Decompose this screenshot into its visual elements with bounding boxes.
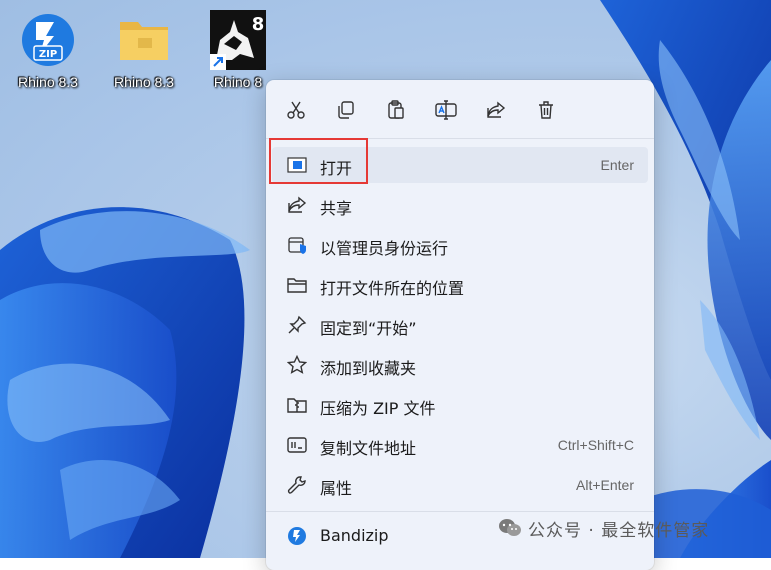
context-menu-toolbar xyxy=(266,80,654,138)
menu-item-shortcut: Enter xyxy=(600,157,634,173)
highlight-annotation xyxy=(269,138,368,184)
share-toolbar-button[interactable] xyxy=(482,96,510,124)
folder-icon xyxy=(116,10,172,70)
desktop-icon-rhino-folder[interactable]: Rhino 8.3 xyxy=(104,10,184,90)
menu-item-copy-path[interactable]: 复制文件地址 Ctrl+Shift+C xyxy=(272,427,648,463)
paste-icon xyxy=(388,100,404,119)
desktop-icon-label: Rhino 8.3 xyxy=(114,74,174,90)
folder-icon xyxy=(286,274,308,296)
menu-item-open-location[interactable]: 打开文件所在的位置 xyxy=(272,267,648,303)
svg-text:ZIP: ZIP xyxy=(39,49,57,60)
menu-item-add-favorites[interactable]: 添加到收藏夹 xyxy=(272,347,648,383)
star-icon xyxy=(286,354,308,376)
share-icon xyxy=(487,101,506,118)
copy-button[interactable] xyxy=(332,96,360,124)
admin-shield-icon xyxy=(286,234,308,256)
menu-item-run-as-admin[interactable]: 以管理员身份运行 xyxy=(272,227,648,263)
cut-icon xyxy=(287,101,305,119)
share-icon xyxy=(286,194,308,216)
menu-item-label: 压缩为 ZIP 文件 xyxy=(320,399,436,418)
menu-divider xyxy=(266,511,654,512)
menu-item-share[interactable]: 共享 xyxy=(272,187,648,223)
menu-item-label: 打开文件所在的位置 xyxy=(320,279,465,298)
menu-item-label: Bandizip xyxy=(320,526,389,545)
rhino-app-icon: 8 xyxy=(210,10,266,70)
desktop-icon-rhino-shortcut[interactable]: 8 Rhino 8 xyxy=(198,10,278,90)
watermark-text: 公众号 · 最全软件管家 xyxy=(528,520,710,541)
rename-button[interactable] xyxy=(432,96,460,124)
desktop-icon-rhino-zip[interactable]: ZIP Rhino 8.3 xyxy=(8,10,88,90)
menu-item-label: 共享 xyxy=(320,199,353,218)
menu-item-label: 固定到“开始” xyxy=(320,319,417,338)
menu-item-label: 复制文件地址 xyxy=(320,439,417,458)
paste-button[interactable] xyxy=(382,96,410,124)
svg-text:8: 8 xyxy=(252,14,265,35)
menu-item-label: 属性 xyxy=(320,479,353,498)
rename-icon xyxy=(435,100,457,120)
pin-icon xyxy=(286,314,308,336)
menu-item-pin-to-start[interactable]: 固定到“开始” xyxy=(272,307,648,343)
menu-item-properties[interactable]: 属性 Alt+Enter xyxy=(272,467,648,503)
menu-item-shortcut: Ctrl+Shift+C xyxy=(557,437,634,453)
bandizip-icon xyxy=(286,525,308,547)
menu-item-label: 以管理员身份运行 xyxy=(320,239,449,258)
delete-icon xyxy=(539,101,553,119)
wechat-watermark: 公众号 · 最全软件管家 xyxy=(498,516,710,541)
copy-path-icon xyxy=(286,434,308,456)
menu-item-label: 添加到收藏夹 xyxy=(320,359,417,378)
desktop-icon-label: Rhino 8.3 xyxy=(18,74,78,90)
wrench-icon xyxy=(286,474,308,496)
copy-icon xyxy=(338,101,354,119)
menu-item-compress-zip[interactable]: 压缩为 ZIP 文件 xyxy=(272,387,648,423)
zip-archive-icon: ZIP xyxy=(20,10,76,70)
menu-item-shortcut: Alt+Enter xyxy=(576,477,634,493)
delete-button[interactable] xyxy=(532,96,560,124)
zip-folder-icon xyxy=(286,394,308,416)
cut-button[interactable] xyxy=(282,96,310,124)
wechat-icon xyxy=(499,519,521,536)
